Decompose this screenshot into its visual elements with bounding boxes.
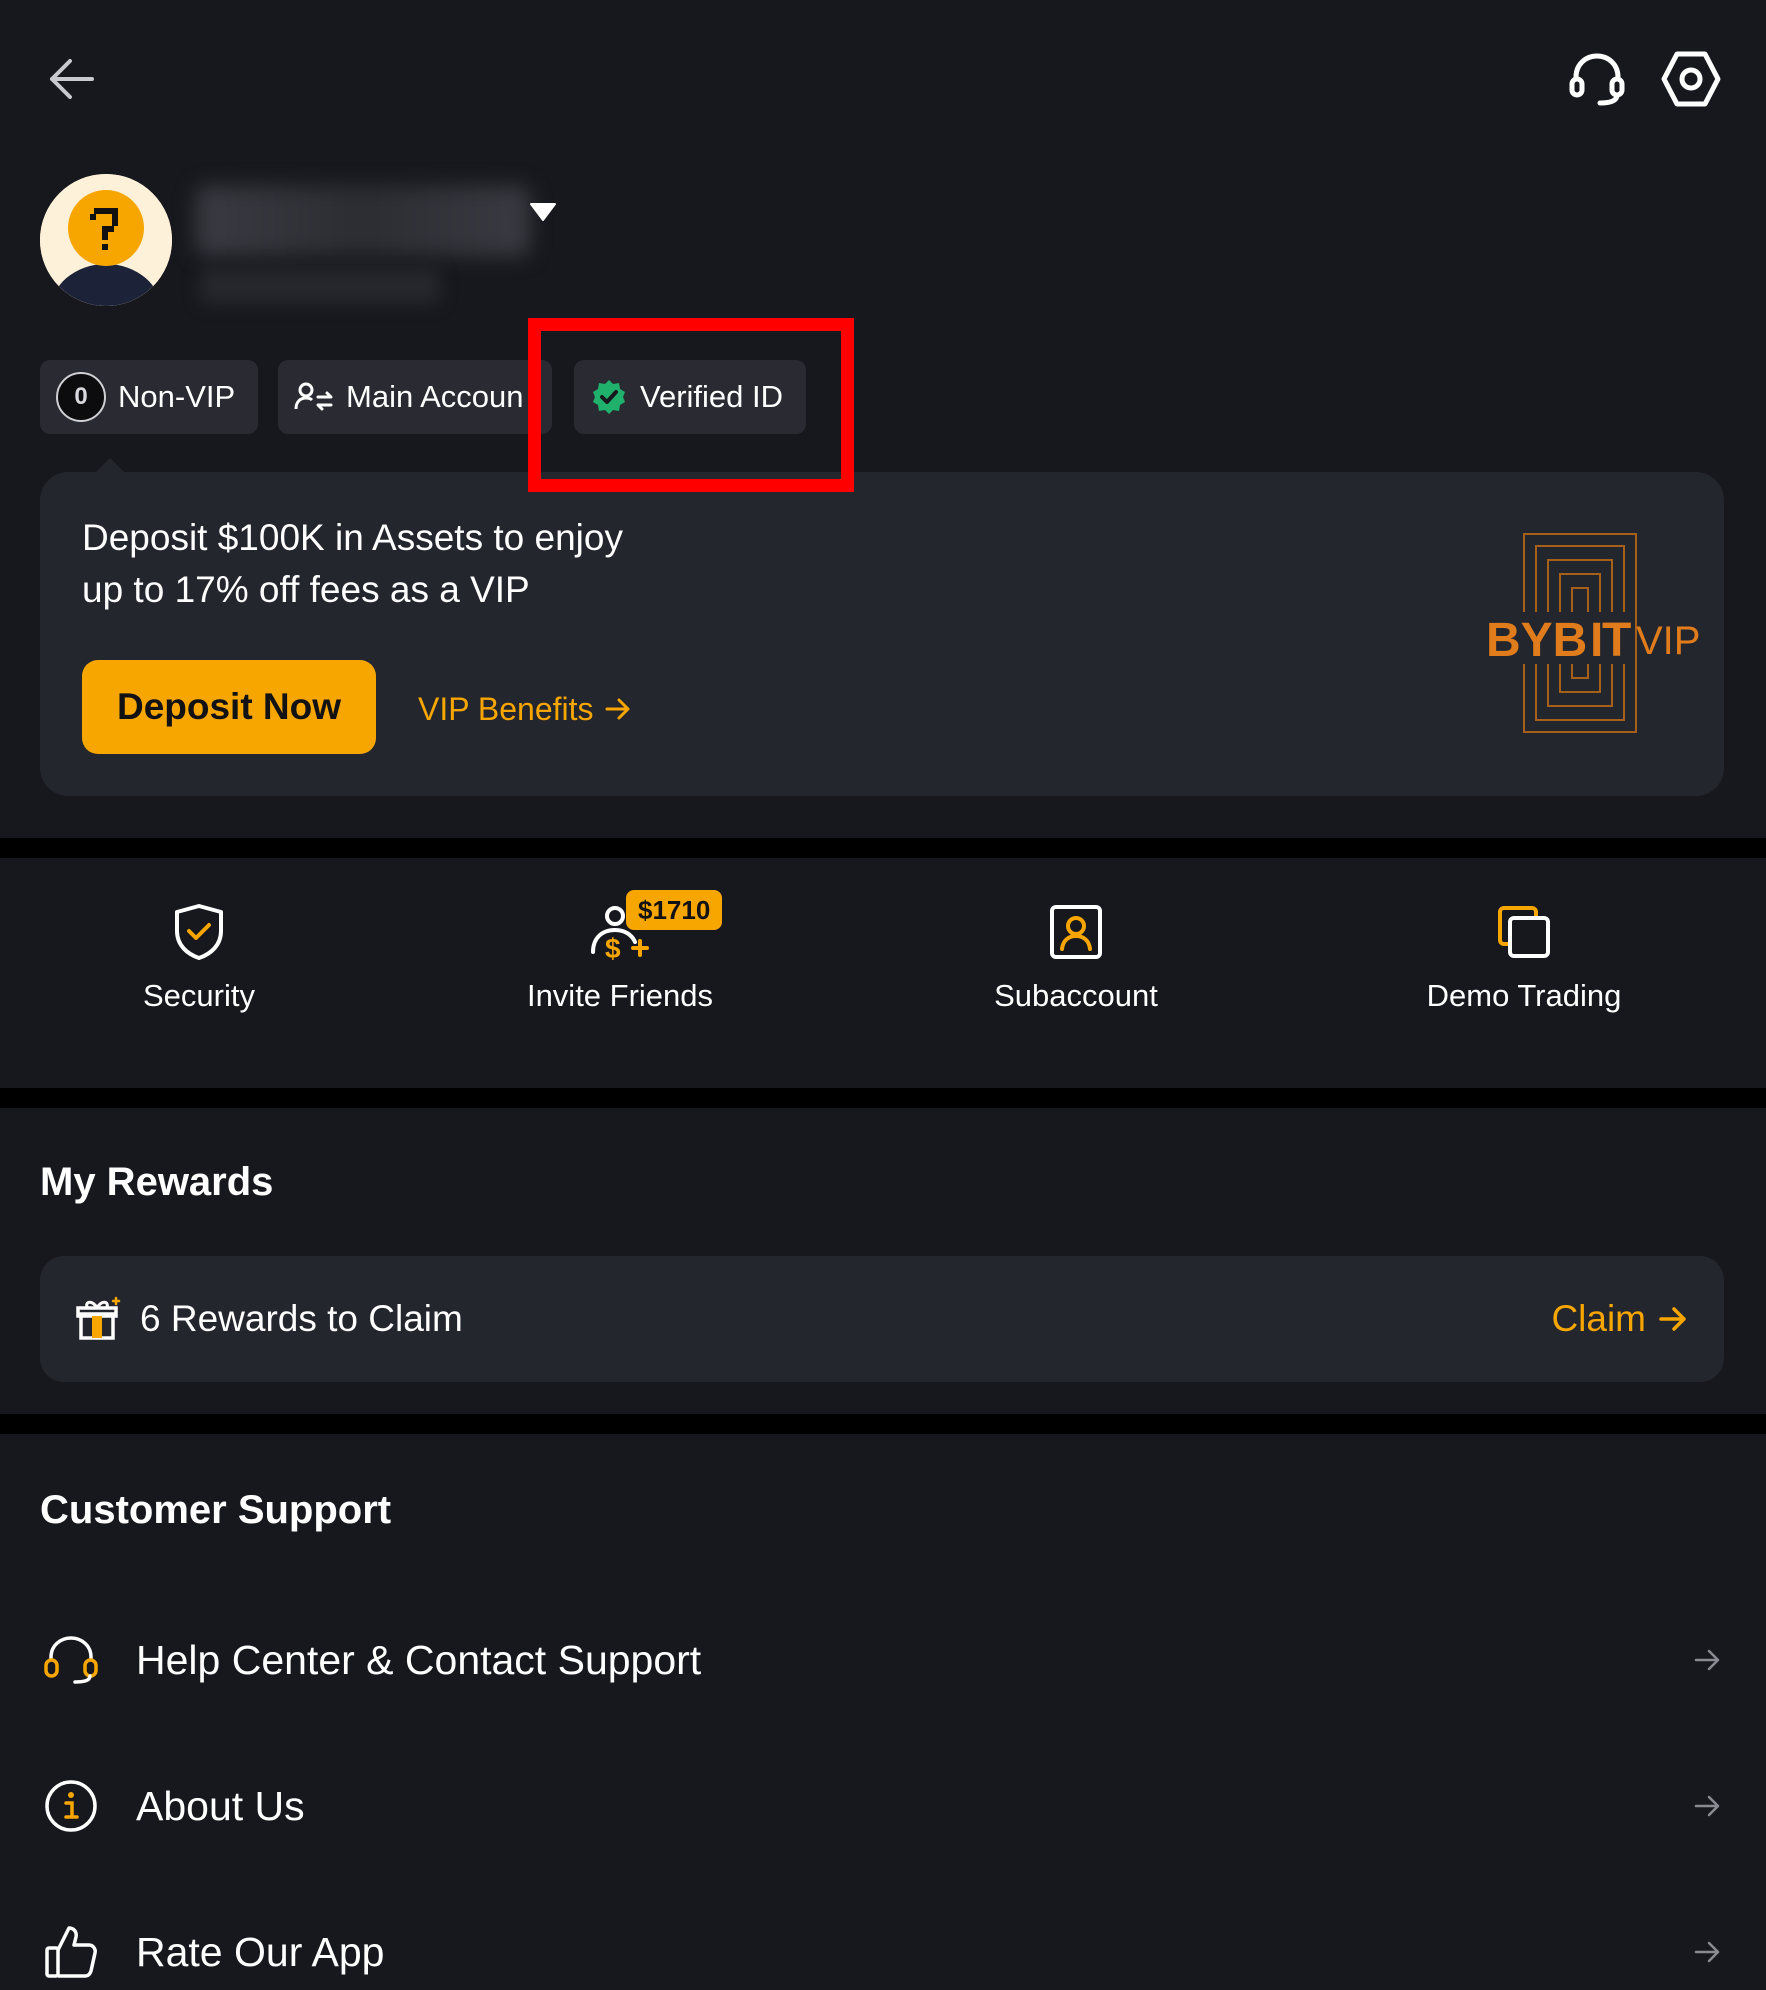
- gift-icon: [76, 1296, 121, 1340]
- account-type-badge[interactable]: Main Accoun: [278, 360, 552, 434]
- gear-icon: [1661, 51, 1721, 107]
- claim-label: Claim: [1551, 1298, 1646, 1339]
- section-divider: [0, 838, 1766, 858]
- verified-id-badge[interactable]: Verified ID: [574, 360, 806, 434]
- caret-down-icon: [530, 203, 556, 221]
- arrow-right-icon: [1694, 1941, 1720, 1963]
- quick-action-subaccount[interactable]: Subaccount: [926, 900, 1226, 1040]
- arrow-right-icon: [1694, 1649, 1720, 1671]
- stacked-squares-icon: [1498, 906, 1550, 958]
- bybit-vip-logo: BYB I T VIP: [1480, 530, 1700, 736]
- about-us-row[interactable]: About Us: [40, 1746, 1726, 1866]
- rewards-card[interactable]: 6 Rewards to Claim Claim: [40, 1256, 1724, 1382]
- avatar[interactable]: [40, 174, 172, 306]
- arrow-right-icon: [1659, 1307, 1686, 1331]
- thumbs-up-icon: [45, 1926, 97, 1978]
- settings-button[interactable]: [1656, 44, 1726, 114]
- headset-icon: [1569, 53, 1625, 106]
- bybit-logo-vip: VIP: [1636, 619, 1700, 663]
- vip-level-icon: 0: [56, 372, 106, 422]
- svg-text:$: $: [605, 933, 621, 962]
- info-icon: [45, 1780, 97, 1832]
- support-item-label: Help Center & Contact Support: [136, 1636, 702, 1683]
- shield-check-icon: [175, 904, 223, 960]
- account-type-label: Main Accoun: [346, 379, 524, 414]
- question-mark-avatar-icon: [40, 174, 172, 306]
- rewards-count-text: 6 Rewards to Claim: [140, 1298, 463, 1339]
- headset-icon: [44, 1636, 98, 1684]
- quick-action-label: Demo Trading: [1426, 978, 1622, 1013]
- claim-link[interactable]: Claim: [1551, 1298, 1688, 1340]
- vip-level-label: Non-VIP: [118, 379, 236, 414]
- quick-action-label: Security: [143, 978, 255, 1013]
- vip-promo-message: Deposit $100K in Assets to enjoy up to 1…: [82, 512, 702, 616]
- verified-check-icon: [593, 380, 625, 414]
- switch-account-icon: [294, 382, 333, 411]
- section-divider: [0, 1414, 1766, 1434]
- quick-action-security[interactable]: Security: [49, 900, 349, 1040]
- customer-support-button[interactable]: [1562, 44, 1632, 114]
- invite-reward-badge: $1710: [626, 890, 723, 930]
- quick-action-label: Subaccount: [994, 978, 1158, 1013]
- bybit-logo-t: T: [1602, 614, 1631, 667]
- account-dropdown[interactable]: [528, 198, 558, 228]
- vip-benefits-label: VIP Benefits: [418, 690, 594, 727]
- support-item-label: Rate Our App: [136, 1928, 385, 1975]
- my-rewards-title: My Rewards: [40, 1160, 274, 1204]
- rate-our-app-row[interactable]: Rate Our App: [40, 1892, 1726, 1990]
- section-divider: [0, 1088, 1766, 1108]
- quick-action-label: Invite Friends: [526, 978, 714, 1013]
- vip-benefits-link[interactable]: VIP Benefits: [418, 684, 632, 734]
- arrow-left-icon: [50, 59, 94, 99]
- quick-action-demo-trading[interactable]: Demo Trading: [1374, 900, 1674, 1040]
- support-item-label: About Us: [136, 1782, 305, 1829]
- uid-redacted: [200, 268, 440, 304]
- vip-level-badge[interactable]: 0 Non-VIP: [40, 360, 258, 434]
- quick-action-invite-friends[interactable]: $ Invite Friends: [470, 900, 770, 1040]
- arrow-right-icon: [1694, 1795, 1720, 1817]
- arrow-right-icon: [605, 698, 630, 720]
- customer-support-title: Customer Support: [40, 1488, 392, 1532]
- deposit-now-button[interactable]: Deposit Now: [82, 660, 376, 754]
- vip-promo-line2: up to 17% off fees as a VIP: [82, 569, 530, 610]
- back-button[interactable]: [40, 48, 102, 110]
- verified-id-label: Verified ID: [640, 379, 784, 414]
- bybit-logo-text: BYB: [1486, 614, 1587, 667]
- help-center-row[interactable]: Help Center & Contact Support: [40, 1600, 1726, 1720]
- user-square-icon: [1050, 905, 1102, 959]
- vip-promo-line1: Deposit $100K in Assets to enjoy: [82, 517, 623, 558]
- username-redacted: [196, 186, 530, 256]
